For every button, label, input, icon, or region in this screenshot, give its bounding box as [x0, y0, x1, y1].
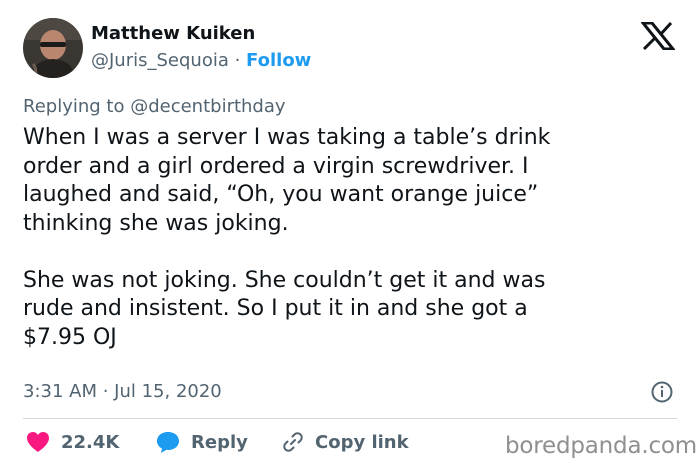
link-icon [281, 430, 305, 454]
divider [23, 418, 677, 419]
like-count: 22.4K [61, 431, 120, 453]
replying-to-mention[interactable]: @decentbirthday [130, 96, 285, 117]
replying-to-line: Replying to @decentbirthday [23, 96, 286, 117]
author-handle-line: @Juris_Sequoia · Follow [91, 50, 311, 71]
reply-button[interactable]: Reply [155, 430, 248, 454]
avatar[interactable] [23, 18, 83, 78]
heart-icon [25, 430, 51, 454]
author-name[interactable]: Matthew Kuiken [91, 23, 255, 44]
tweet-text: When I was a server I was taking a table… [23, 125, 551, 350]
reply-label: Reply [191, 431, 248, 453]
replying-to-prefix: Replying to [23, 96, 131, 117]
x-logo-icon[interactable] [639, 21, 677, 51]
author-handle[interactable]: @Juris_Sequoia [91, 50, 229, 71]
copy-link-button[interactable]: Copy link [281, 430, 409, 454]
reply-bubble-icon [155, 430, 181, 454]
like-button[interactable]: 22.4K [25, 430, 119, 454]
copy-link-label: Copy link [315, 431, 409, 453]
follow-button[interactable]: Follow [246, 50, 311, 71]
watermark: boredpanda.com [505, 433, 697, 459]
tweet-timestamp[interactable]: 3:31 AM · Jul 15, 2020 [23, 381, 222, 402]
info-icon[interactable] [651, 381, 673, 403]
handle-separator: · [228, 50, 247, 71]
